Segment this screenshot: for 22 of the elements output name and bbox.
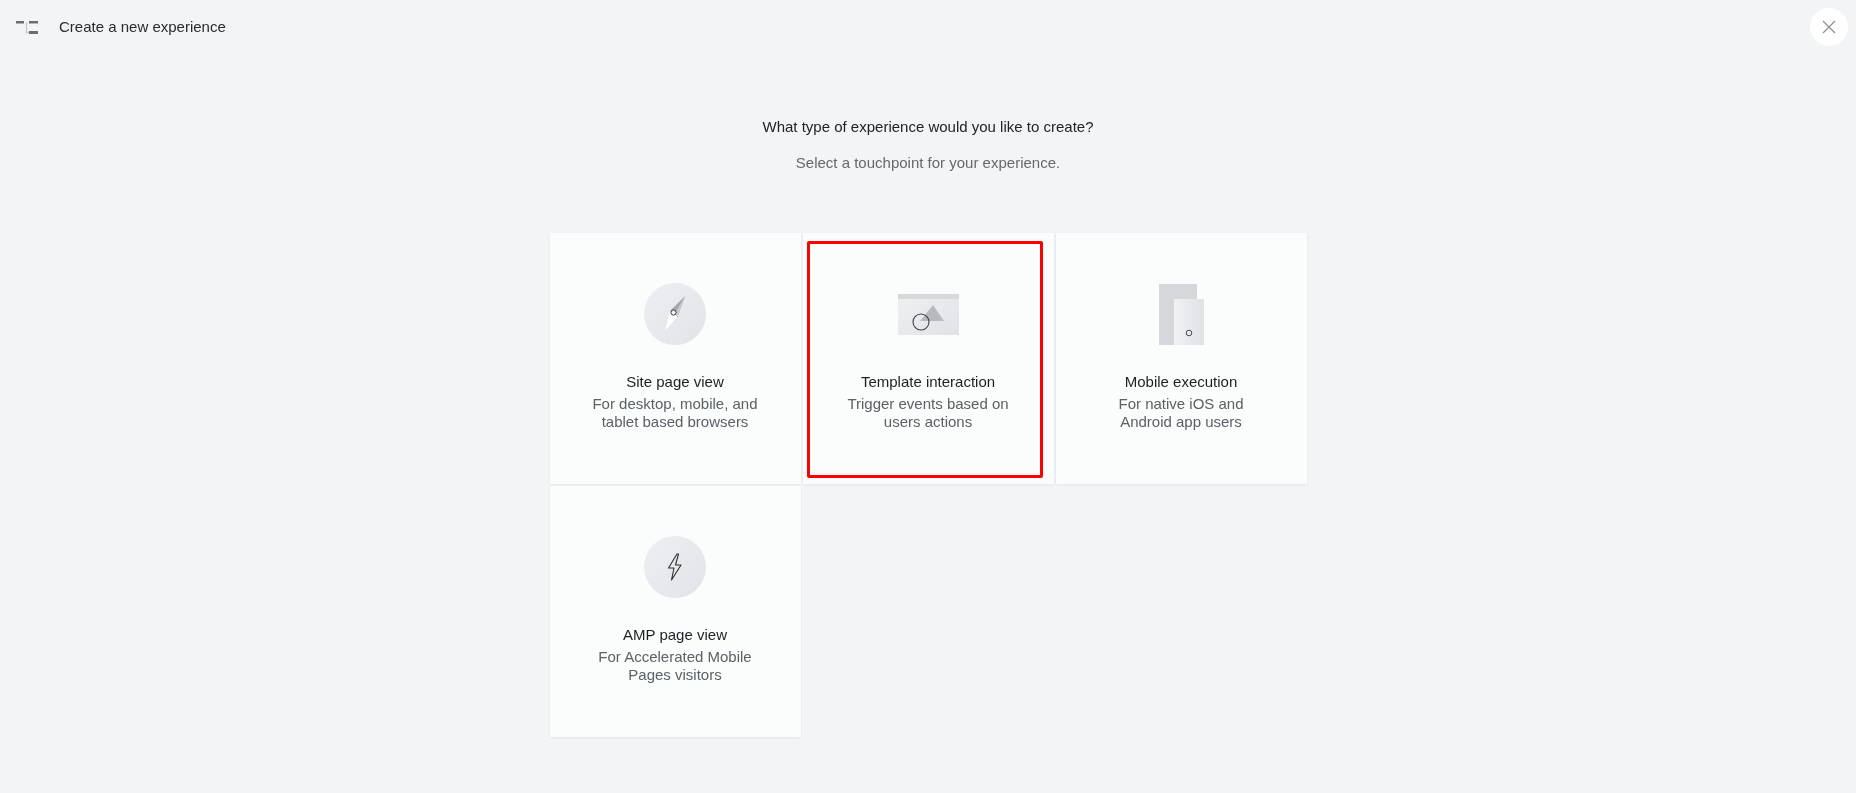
page-title: Create a new experience — [59, 16, 226, 37]
card-description: For native iOS and Android app users — [1117, 395, 1245, 431]
compass-icon — [644, 283, 706, 345]
card-description: For Accelerated Mobile Pages visitors — [597, 648, 753, 684]
card-title: Site page view — [626, 372, 724, 392]
lightning-bolt-icon — [644, 536, 706, 598]
experience-card[interactable]: Site page view For desktop, mobile, and tablet based browsers — [549, 233, 801, 484]
question-heading: What type of experience would you like to create? — [762, 117, 1094, 137]
close-icon — [1822, 20, 1836, 34]
card-title: AMP page view — [623, 625, 727, 645]
phone-tablet-icon — [1158, 283, 1204, 345]
card-title: Template interaction — [860, 372, 996, 392]
card-description: Trigger events based on users actions — [846, 395, 1010, 431]
card-title: Mobile execution — [1124, 372, 1238, 392]
hint-text: Select a touchpoint for your experience. — [795, 153, 1061, 173]
tree-icon — [16, 20, 38, 34]
image-window-icon — [897, 293, 959, 335]
close-button[interactable] — [1810, 8, 1848, 46]
experience-card[interactable]: AMP page view For Accelerated Mobile Pages visitors — [549, 486, 801, 737]
experience-card[interactable]: Template interaction Trigger events based on users actions — [802, 233, 1054, 484]
experience-card[interactable]: Mobile execution For native iOS and Android app users — [1055, 233, 1307, 484]
card-description: For desktop, mobile, and tablet based browsers — [591, 395, 759, 431]
